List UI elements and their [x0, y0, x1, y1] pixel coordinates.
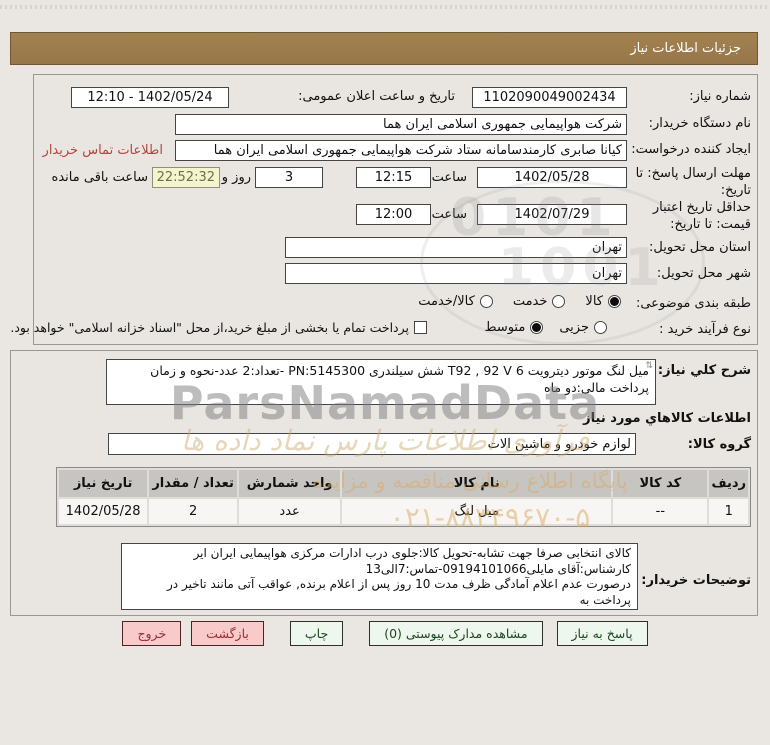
page-top-texture [0, 5, 770, 9]
radio-option-goods-service[interactable]: کالا/خدمت [418, 294, 493, 309]
goods-table-wrap: ردیف کد کالا نام کالا واحد شمارش تعداد /… [56, 467, 751, 527]
goods-table-header-row: ردیف کد کالا نام کالا واحد شمارش تعداد /… [59, 470, 748, 497]
buyer-notes-line: عهده تامین کننده خواهد بود. [128, 608, 631, 609]
col-quantity: تعداد / مقدار [149, 470, 237, 497]
radio-goods-service-label: کالا/خدمت [418, 294, 475, 309]
reply-deadline-time-field[interactable] [356, 167, 431, 188]
radio-service-label: خدمت [512, 294, 548, 309]
radio-goods-label: کالا [585, 294, 603, 309]
cell-row-number: 1 [709, 499, 748, 524]
buyer-notes-line: کالای انتخابی صرفا جهت تشابه-تحویل کالا:… [193, 546, 631, 560]
process-type-label: نوع فرآیند خرید : [659, 322, 751, 337]
table-row: 1 -- میل لنگ عدد 2 1402/05/28 [59, 499, 748, 524]
price-validity-time-field[interactable] [356, 204, 431, 225]
treasury-checkbox-label: پرداخت تمام یا بخشی از مبلغ خرید،از محل … [10, 320, 409, 335]
need-description-text: میل لنگ موتور دیترویت 6 T92 , 92 V شش سی… [150, 363, 649, 395]
action-button-row: پاسخ به نیاز مشاهده مدارک پیوستی (0) چاپ… [0, 621, 770, 646]
view-attachments-button[interactable]: مشاهده مدارک پیوستی (0) [369, 621, 543, 646]
buyer-org-field[interactable] [175, 114, 627, 135]
reply-to-need-button[interactable]: پاسخ به نیاز [556, 621, 648, 646]
remaining-hours-field[interactable] [152, 167, 220, 188]
radio-partial-label: جزیی [559, 320, 589, 335]
process-type-radiogroup: جزیی متوسط [484, 320, 607, 335]
request-creator-label: ایجاد کننده درخواست: [631, 142, 751, 157]
print-button[interactable]: چاپ [289, 621, 344, 646]
reply-deadline-date-field[interactable] [477, 167, 627, 188]
col-goods-name: نام کالا [342, 470, 612, 497]
request-creator-field[interactable] [175, 140, 627, 161]
province-label: استان محل تحویل: [649, 240, 751, 255]
goods-group-field[interactable] [108, 433, 636, 455]
reply-deadline-label: مهلت ارسال پاسخ: تا تاریخ: [635, 166, 751, 198]
price-validity-label: حداقل تاریخ اعتبار قیمت: تا تاریخ: [652, 200, 751, 232]
radio-goods-service-icon[interactable] [479, 295, 493, 308]
city-field[interactable] [285, 263, 627, 284]
cell-quantity: 2 [149, 499, 237, 524]
treasury-checkbox-row: پرداخت تمام یا بخشی از مبلغ خرید،از محل … [10, 320, 427, 335]
goods-info-header: اطلاعات کالاهاي مورد نیاز [583, 411, 751, 426]
buyer-notes-line: درصورت عدم اعلام آمادگی ظرف مدت 10 روز پ… [167, 577, 631, 607]
remaining-hours-label: ساعت باقی مانده [51, 170, 148, 185]
page: جزئیات اطلاعات نیاز شماره نیاز: تاریخ و … [0, 0, 770, 745]
need-number-field[interactable] [472, 87, 627, 108]
buyer-notes-line: کارشناس:آقای مایلی09194101066-تماس:7الی1… [365, 561, 631, 576]
cell-need-date: 1402/05/28 [59, 499, 148, 524]
general-info-panel: شماره نیاز: تاریخ و ساعت اعلان عمومی: نا… [10, 74, 758, 345]
radio-service-icon[interactable] [552, 295, 566, 308]
reply-deadline-hour-label: ساعت [431, 170, 467, 185]
col-row-number: ردیف [709, 470, 748, 497]
need-description-textarea[interactable]: میل لنگ موتور دیترویت 6 T92 , 92 V شش سی… [106, 359, 656, 405]
col-count-unit: واحد شمارش [238, 470, 341, 497]
buyer-notes-label: توضیحات خریدار: [641, 573, 751, 588]
radio-option-goods[interactable]: کالا [585, 294, 621, 309]
treasury-checkbox[interactable] [414, 321, 427, 334]
radio-option-service[interactable]: خدمت [513, 294, 566, 309]
cell-goods-code: -- [613, 499, 708, 524]
page-title: جزئیات اطلاعات نیاز [10, 32, 758, 65]
subject-class-label: طبقه بندی موضوعی: [635, 296, 751, 311]
remaining-days-field[interactable] [255, 167, 323, 188]
price-validity-hour-label: ساعت [431, 207, 467, 222]
cell-goods-name: میل لنگ [342, 499, 612, 524]
radio-medium-label: متوسط [484, 320, 526, 335]
province-field[interactable] [285, 237, 627, 258]
col-goods-code: کد کالا [613, 470, 708, 497]
scrollbar-icon[interactable]: ⇅ [645, 361, 653, 371]
back-button[interactable]: بازگشت [191, 621, 264, 646]
announce-datetime-field[interactable] [71, 87, 229, 108]
col-need-date: تاریخ نیاز [59, 470, 148, 497]
exit-button[interactable]: خروج [122, 621, 182, 646]
cell-count-unit: عدد [238, 499, 341, 524]
goods-table: ردیف کد کالا نام کالا واحد شمارش تعداد /… [56, 467, 751, 527]
subject-class-radiogroup: کالا خدمت کالا/خدمت [418, 294, 621, 309]
radio-option-medium[interactable]: متوسط [484, 320, 544, 335]
need-description-label: شرح کلي نیاز: [657, 363, 751, 378]
radio-option-partial[interactable]: جزیی [559, 320, 607, 335]
price-validity-date-field[interactable] [477, 204, 627, 225]
radio-partial-icon[interactable] [594, 321, 607, 334]
buyer-org-label: نام دستگاه خریدار: [648, 116, 751, 131]
city-label: شهر محل تحویل: [656, 266, 751, 281]
announce-datetime-label: تاریخ و ساعت اعلان عمومی: [298, 89, 455, 104]
goods-group-label: گروه کالا: [687, 437, 751, 452]
radio-goods-icon[interactable] [608, 295, 621, 308]
need-details-panel: شرح کلي نیاز: میل لنگ موتور دیترویت 6 T9… [10, 350, 758, 616]
buyer-notes-textarea[interactable]: کالای انتخابی صرفا جهت تشابه-تحویل کالا:… [121, 543, 638, 610]
radio-medium-icon[interactable] [530, 321, 544, 334]
remaining-days-label: روز و [221, 170, 251, 185]
buyer-contact-link[interactable]: اطلاعات تماس خریدار [43, 143, 163, 158]
need-number-label: شماره نیاز: [689, 89, 751, 104]
